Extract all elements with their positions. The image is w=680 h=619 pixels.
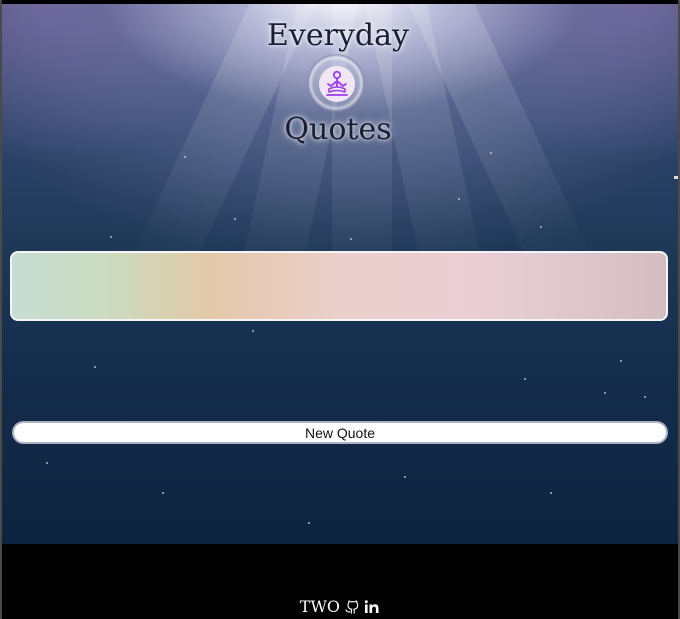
linkedin-icon[interactable] <box>364 599 380 614</box>
logo <box>319 66 355 102</box>
footer-text: TWO <box>299 597 341 616</box>
github-icon[interactable] <box>345 599 359 614</box>
star <box>458 198 460 200</box>
star <box>524 378 526 380</box>
star <box>404 476 406 478</box>
star <box>540 226 542 228</box>
star <box>162 492 164 494</box>
star <box>644 396 646 398</box>
quote-box <box>10 251 668 321</box>
star <box>620 360 622 362</box>
star <box>110 236 112 238</box>
footer: TWO <box>0 596 680 619</box>
star <box>604 392 606 394</box>
page-title-top: Everyday <box>267 18 409 53</box>
star <box>94 366 96 368</box>
page-title-bottom: Quotes <box>284 112 392 147</box>
star <box>252 330 254 332</box>
scroll-marker <box>674 176 678 179</box>
star <box>308 522 310 524</box>
star <box>184 156 186 158</box>
star <box>46 462 48 464</box>
new-quote-button[interactable]: New Quote <box>12 421 668 444</box>
star <box>490 152 492 154</box>
star <box>550 492 552 494</box>
star <box>234 218 236 220</box>
meditation-icon <box>326 70 348 96</box>
star <box>350 238 352 240</box>
